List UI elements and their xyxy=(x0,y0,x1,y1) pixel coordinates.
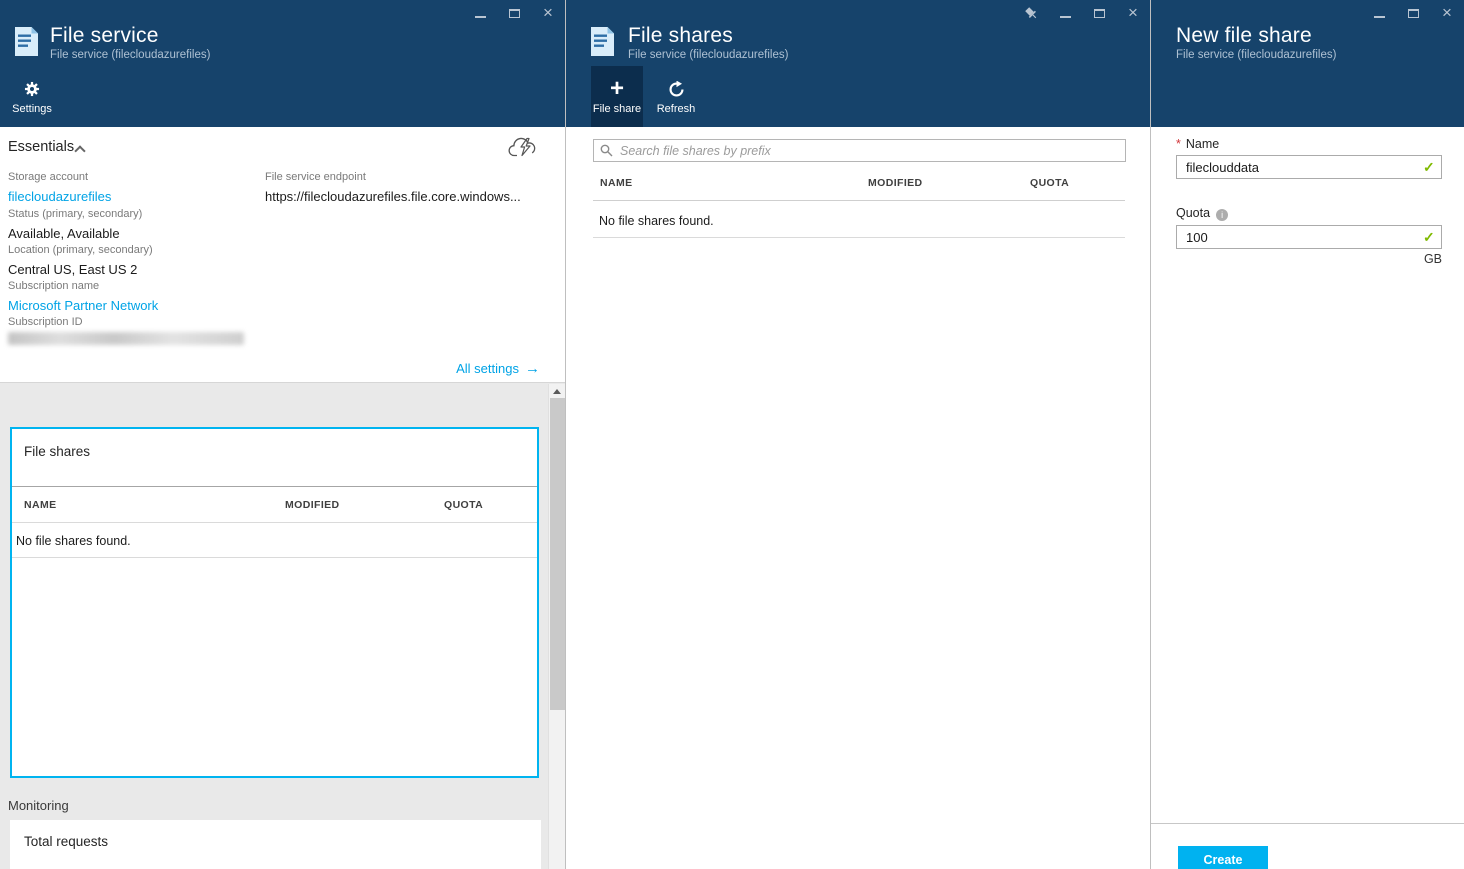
minimize-icon[interactable] xyxy=(1369,5,1389,21)
location-label: Location (primary, secondary) xyxy=(8,244,153,256)
file-service-icon xyxy=(14,26,39,62)
column-header-name: NAME xyxy=(24,499,57,511)
search-box xyxy=(593,139,1126,162)
blade-new-file-share-header: × New file share File service (filecloud… xyxy=(1151,0,1464,127)
quota-field-label: Quotai xyxy=(1176,206,1228,221)
close-icon[interactable]: × xyxy=(1123,5,1143,21)
endpoint-value: https://filecloudazurefiles.file.core.wi… xyxy=(265,189,521,204)
blade-file-shares: × File shares File service (filecloudazu… xyxy=(566,0,1151,869)
all-settings-link[interactable]: All settings → xyxy=(456,360,540,377)
file-shares-card[interactable]: File shares NAME MODIFIED QUOTA No file … xyxy=(10,427,539,778)
subscription-name-link[interactable]: Microsoft Partner Network xyxy=(8,298,158,313)
minimize-icon[interactable] xyxy=(470,5,490,21)
info-icon[interactable]: i xyxy=(1216,209,1228,221)
storage-account-link[interactable]: filecloudazurefiles xyxy=(8,189,111,204)
chevron-up-icon[interactable] xyxy=(74,145,85,156)
subscription-id-redacted xyxy=(8,332,244,345)
arrow-right-icon: → xyxy=(525,360,540,377)
quota-input[interactable] xyxy=(1176,225,1442,249)
total-requests-card[interactable]: Total requests xyxy=(10,820,541,869)
status-value: Available, Available xyxy=(8,226,120,241)
subscription-name-label: Subscription name xyxy=(8,280,99,292)
blade-file-service-header: × File service File service (filecloudaz… xyxy=(0,0,565,127)
close-icon[interactable]: × xyxy=(1437,5,1457,21)
subscription-id-label: Subscription ID xyxy=(8,316,83,328)
refresh-icon xyxy=(668,78,685,100)
blade-subtitle: File service (filecloudazurefiles) xyxy=(50,49,210,61)
location-value: Central US, East US 2 xyxy=(8,262,137,277)
window-controls: × xyxy=(470,5,558,21)
storage-account-label: Storage account xyxy=(8,171,88,183)
plus-icon: + xyxy=(610,78,624,100)
column-header-name: NAME xyxy=(600,177,633,189)
file-shares-icon xyxy=(590,26,615,62)
name-field-label: *Name xyxy=(1176,137,1219,151)
divider xyxy=(12,522,537,523)
maximize-icon[interactable] xyxy=(1089,5,1109,21)
divider xyxy=(12,557,537,558)
scrollbar[interactable] xyxy=(548,384,565,869)
search-input[interactable] xyxy=(593,139,1126,162)
blade-subtitle: File service (filecloudazurefiles) xyxy=(1176,49,1336,61)
valid-check-icon: ✓ xyxy=(1423,159,1435,176)
add-file-share-button[interactable]: + File share xyxy=(591,66,643,127)
search-icon xyxy=(600,144,613,162)
minimize-icon[interactable] xyxy=(1055,5,1075,21)
triangle-up-icon xyxy=(553,389,561,394)
file-share-button-label: File share xyxy=(593,103,641,115)
required-marker: * xyxy=(1176,137,1181,151)
gear-icon xyxy=(24,78,40,100)
essentials-section: Essentials Storage account filecloudazur… xyxy=(0,127,565,383)
column-header-modified: MODIFIED xyxy=(285,499,340,511)
refresh-button-label: Refresh xyxy=(657,103,696,115)
total-requests-title: Total requests xyxy=(24,834,108,849)
divider xyxy=(12,486,537,487)
status-label: Status (primary, secondary) xyxy=(8,208,142,220)
column-header-modified: MODIFIED xyxy=(868,177,923,189)
monitoring-heading: Monitoring xyxy=(8,798,69,813)
refresh-button[interactable]: Refresh xyxy=(648,66,704,127)
name-input[interactable] xyxy=(1176,155,1442,179)
window-controls: × xyxy=(1021,5,1143,21)
create-button[interactable]: Create xyxy=(1178,846,1268,869)
cloud-lightning-icon[interactable] xyxy=(508,136,540,165)
scroll-up-button[interactable] xyxy=(549,384,565,398)
blade-file-shares-header: × File shares File service (filecloudazu… xyxy=(566,0,1150,127)
empty-state-text: No file shares found. xyxy=(599,214,714,228)
file-shares-card-title: File shares xyxy=(24,444,90,459)
blade-new-file-share: × New file share File service (filecloud… xyxy=(1151,0,1464,869)
empty-state-text: No file shares found. xyxy=(16,534,131,548)
valid-check-icon: ✓ xyxy=(1423,229,1435,246)
azure-portal: × File service File service (filecloudaz… xyxy=(0,0,1464,869)
window-controls: × xyxy=(1369,5,1457,21)
blade-title: File shares xyxy=(628,24,733,48)
divider xyxy=(1151,823,1464,824)
blade-title: File service xyxy=(50,24,159,48)
divider xyxy=(593,200,1125,201)
pin-icon[interactable] xyxy=(1021,5,1041,21)
settings-button[interactable]: Settings xyxy=(8,66,56,127)
blade-subtitle: File service (filecloudazurefiles) xyxy=(628,49,788,61)
scrollbar-thumb[interactable] xyxy=(550,398,565,710)
blade-title: New file share xyxy=(1176,24,1312,48)
divider xyxy=(593,237,1125,238)
column-header-quota: QUOTA xyxy=(1030,177,1069,189)
all-settings-label: All settings xyxy=(456,361,519,376)
quota-unit-label: GB xyxy=(1424,252,1442,266)
close-icon[interactable]: × xyxy=(538,5,558,21)
maximize-icon[interactable] xyxy=(1403,5,1423,21)
blade-file-service: × File service File service (filecloudaz… xyxy=(0,0,566,869)
maximize-icon[interactable] xyxy=(504,5,524,21)
column-header-quota: QUOTA xyxy=(444,499,483,511)
settings-label: Settings xyxy=(12,103,52,115)
essentials-heading[interactable]: Essentials xyxy=(8,139,74,155)
endpoint-label: File service endpoint xyxy=(265,171,366,183)
